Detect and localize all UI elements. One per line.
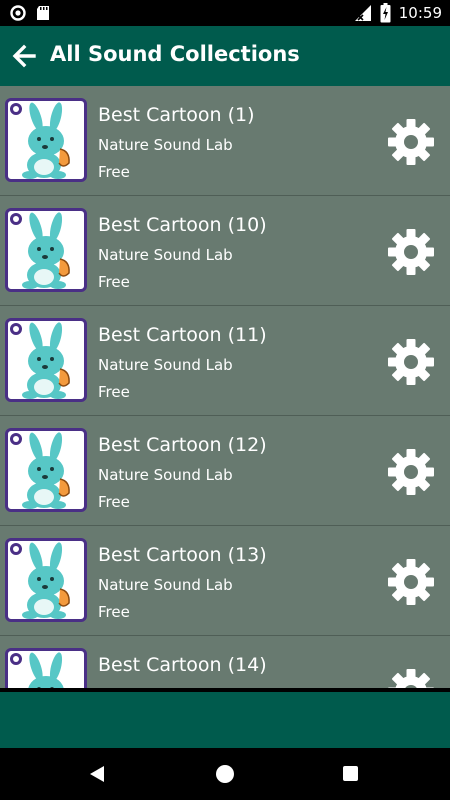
item-author: Nature Sound Lab bbox=[98, 246, 233, 264]
list-item[interactable]: Best Cartoon (10) Nature Sound Lab Free bbox=[0, 196, 450, 306]
notification-circle-icon bbox=[10, 5, 26, 21]
item-price: Free bbox=[98, 493, 130, 511]
list-item[interactable]: Best Cartoon (14) bbox=[0, 636, 450, 688]
list-item[interactable]: Best Cartoon (1) Nature Sound Lab Free bbox=[0, 86, 450, 196]
status-right-icons: 10:59 bbox=[354, 3, 442, 23]
settings-gear-icon[interactable] bbox=[388, 339, 434, 385]
item-price: Free bbox=[98, 603, 130, 621]
page-title: All Sound Collections bbox=[50, 42, 300, 66]
status-bar: 10:59 bbox=[0, 0, 450, 26]
system-nav-bar bbox=[0, 748, 450, 800]
item-title: Best Cartoon (12) bbox=[98, 434, 267, 456]
item-price: Free bbox=[98, 273, 130, 291]
signal-icon bbox=[354, 5, 371, 21]
nav-recents-icon[interactable] bbox=[343, 766, 358, 781]
bunny-thumbnail-image bbox=[5, 648, 87, 688]
bunny-thumbnail-image bbox=[5, 208, 87, 292]
bunny-thumbnail-image bbox=[5, 98, 87, 182]
item-author: Nature Sound Lab bbox=[98, 576, 233, 594]
list-item[interactable]: Best Cartoon (11) Nature Sound Lab Free bbox=[0, 306, 450, 416]
item-title: Best Cartoon (14) bbox=[98, 654, 267, 676]
bunny-thumbnail-image bbox=[5, 428, 87, 512]
sound-collection-list[interactable]: Best Cartoon (1) Nature Sound Lab Free B… bbox=[0, 86, 450, 688]
status-time: 10:59 bbox=[398, 4, 442, 22]
app-bar: All Sound Collections bbox=[0, 26, 450, 86]
bottom-banner-area bbox=[0, 688, 450, 748]
bunny-thumbnail-image bbox=[5, 538, 87, 622]
nav-home-icon[interactable] bbox=[216, 765, 234, 783]
settings-gear-icon[interactable] bbox=[388, 559, 434, 605]
status-left-icons bbox=[10, 5, 50, 21]
list-item[interactable]: Best Cartoon (12) Nature Sound Lab Free bbox=[0, 416, 450, 526]
nav-back-icon[interactable] bbox=[88, 765, 106, 783]
bunny-thumbnail-image bbox=[5, 318, 87, 402]
settings-gear-icon[interactable] bbox=[388, 669, 434, 688]
item-title: Best Cartoon (11) bbox=[98, 324, 267, 346]
item-author: Nature Sound Lab bbox=[98, 136, 233, 154]
item-title: Best Cartoon (13) bbox=[98, 544, 267, 566]
item-price: Free bbox=[98, 163, 130, 181]
back-button[interactable] bbox=[8, 40, 40, 72]
settings-gear-icon[interactable] bbox=[388, 229, 434, 275]
item-price: Free bbox=[98, 383, 130, 401]
item-title: Best Cartoon (1) bbox=[98, 104, 255, 126]
item-author: Nature Sound Lab bbox=[98, 466, 233, 484]
arrow-left-icon bbox=[12, 44, 36, 68]
sd-card-icon bbox=[37, 6, 49, 20]
item-title: Best Cartoon (10) bbox=[98, 214, 267, 236]
settings-gear-icon[interactable] bbox=[388, 119, 434, 165]
item-author: Nature Sound Lab bbox=[98, 356, 233, 374]
battery-charging-icon bbox=[380, 3, 391, 23]
settings-gear-icon[interactable] bbox=[388, 449, 434, 495]
list-item[interactable]: Best Cartoon (13) Nature Sound Lab Free bbox=[0, 526, 450, 636]
